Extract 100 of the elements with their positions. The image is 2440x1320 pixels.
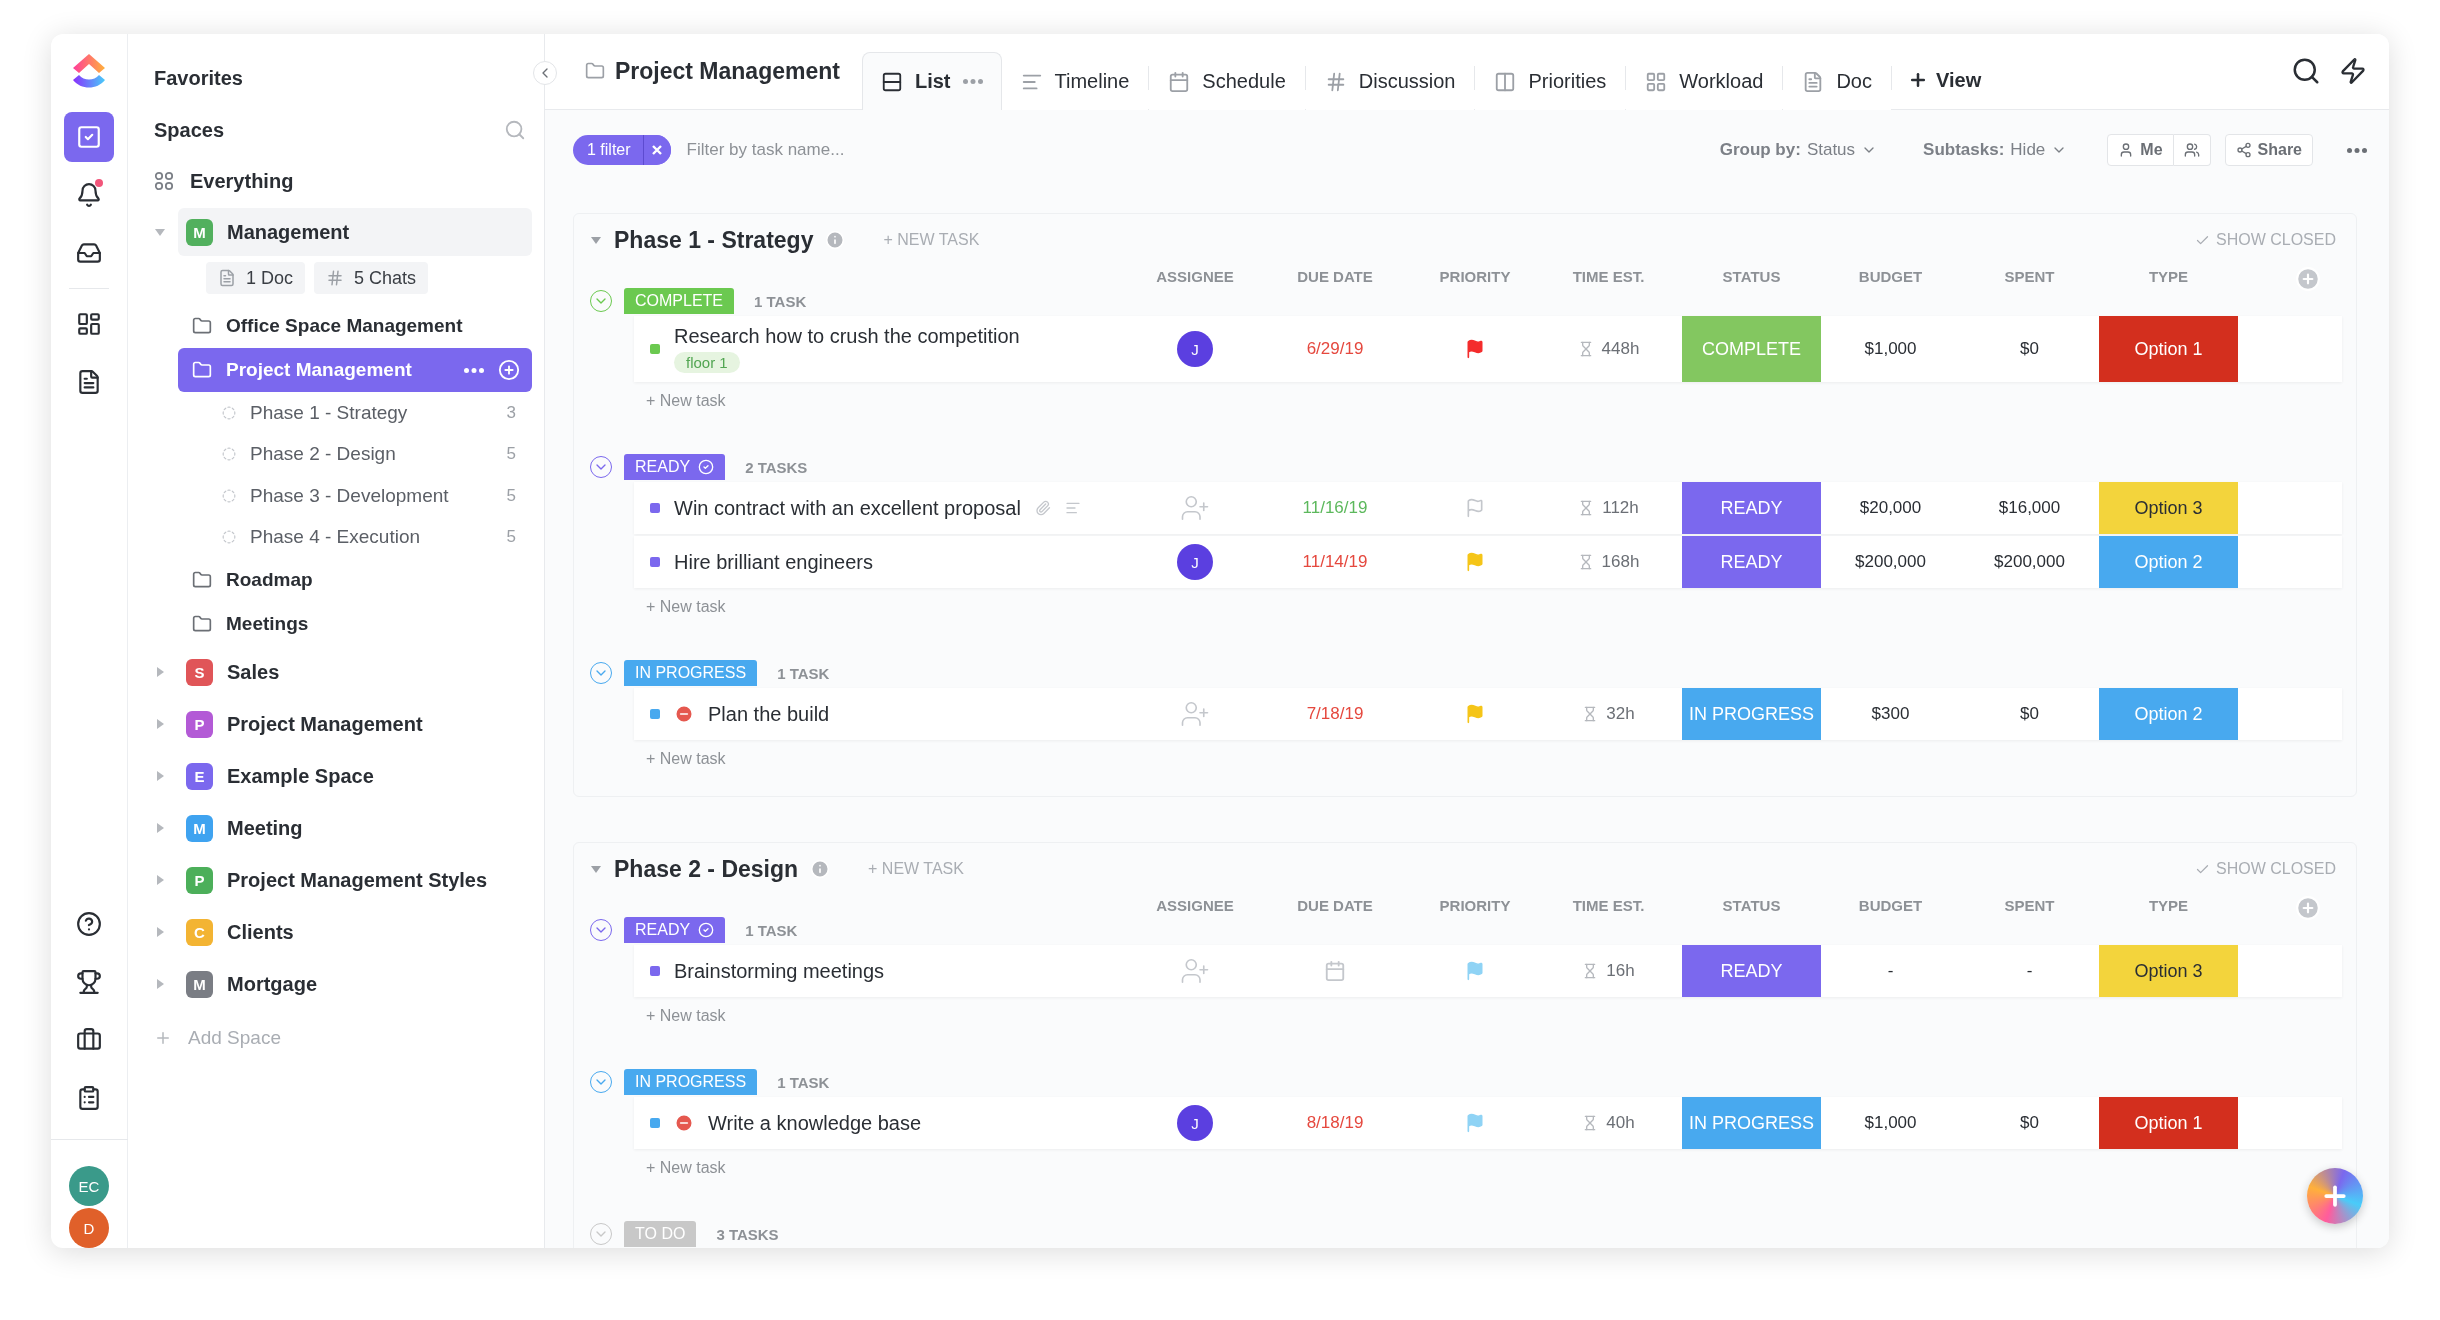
- calendar-icon[interactable]: [1324, 960, 1346, 982]
- time-estimate: 448h: [1601, 339, 1640, 359]
- add-assignee-icon[interactable]: [1180, 493, 1210, 523]
- type-cell[interactable]: Option 1: [2099, 1097, 2238, 1149]
- add-assignee-icon[interactable]: [1180, 699, 1210, 729]
- subtasks-dropdown[interactable]: Subtasks: Hide: [1917, 139, 2074, 161]
- space-item[interactable]: C Clients: [178, 908, 532, 956]
- filter-chip[interactable]: 1 filter: [573, 135, 671, 165]
- search-icon[interactable]: [2291, 56, 2321, 86]
- collapse-button[interactable]: [533, 61, 557, 85]
- space-item[interactable]: M Management: [178, 208, 532, 256]
- list-item[interactable]: Phase 3 - Development 5: [154, 475, 532, 517]
- status-cell[interactable]: READY: [1682, 536, 1821, 588]
- caret-icon[interactable]: [154, 718, 166, 730]
- user-avatar[interactable]: D: [69, 1208, 109, 1248]
- assignee-avatar[interactable]: J: [1177, 544, 1213, 580]
- list-item[interactable]: Phase 4 - Execution 5: [154, 516, 532, 558]
- space-item[interactable]: P Project Management Styles: [178, 856, 532, 904]
- everything-item[interactable]: Everything: [154, 156, 532, 206]
- clear-filter-button[interactable]: [642, 135, 671, 165]
- type-cell[interactable]: Option 3: [2099, 482, 2238, 534]
- document-icon: [218, 269, 236, 287]
- column-header: DUE DATE: [1296, 896, 1374, 914]
- description-icon: [1064, 500, 1081, 516]
- caret-icon[interactable]: [590, 234, 602, 246]
- task-row[interactable]: Hire brilliant engineers J 11/14/19 168h READY $200,000 $200,000 Option 2: [634, 536, 2342, 588]
- inbox-icon: [76, 240, 102, 266]
- more-icon[interactable]: [962, 79, 983, 84]
- docs-chip[interactable]: 1 Doc: [206, 262, 306, 294]
- task-row[interactable]: Brainstorming meetings 16h READY - - Option 3: [634, 945, 2342, 997]
- folder-icon: [192, 360, 212, 380]
- add-column-icon[interactable]: [2295, 266, 2321, 292]
- folder-item[interactable]: Project Management: [178, 348, 532, 392]
- caret-icon[interactable]: [590, 863, 602, 875]
- phase-title: Phase 1 - Strategy: [614, 226, 814, 254]
- user-avatar[interactable]: EC: [69, 1166, 109, 1206]
- caret-icon[interactable]: [154, 926, 166, 938]
- assignee-avatar[interactable]: J: [1177, 1105, 1213, 1141]
- assignee-avatar[interactable]: J: [1177, 331, 1213, 367]
- clipboard-icon: [76, 1085, 102, 1111]
- flag-icon[interactable]: [1465, 961, 1485, 981]
- flag-icon[interactable]: [1465, 339, 1485, 359]
- status-cell[interactable]: READY: [1682, 945, 1821, 997]
- caret-icon[interactable]: [154, 978, 166, 990]
- budget-value: $1,000: [1863, 1113, 1918, 1133]
- share-button[interactable]: Share: [2224, 134, 2313, 166]
- folder-item[interactable]: Roadmap: [178, 558, 532, 602]
- time-estimate: 112h: [1602, 498, 1639, 518]
- spent-value: $0: [2019, 704, 2040, 724]
- space-item[interactable]: M Mortgage: [178, 960, 532, 1008]
- lightning-icon[interactable]: [2339, 57, 2367, 85]
- type-cell[interactable]: Option 1: [2099, 316, 2238, 382]
- task-count: 1 TASK: [777, 664, 830, 682]
- caret-icon[interactable]: [154, 874, 166, 886]
- caret-icon[interactable]: [154, 226, 166, 238]
- task-name: Write a knowledge base: [708, 1111, 922, 1135]
- flag-icon[interactable]: [1465, 498, 1485, 518]
- page-title: Project Management: [585, 37, 840, 109]
- column-header: BUDGET: [1857, 267, 1924, 285]
- status-square-icon: [650, 344, 660, 354]
- chats-chip[interactable]: 5 Chats: [314, 262, 429, 294]
- filter-field[interactable]: Filter by task name...: [684, 139, 985, 161]
- list-item[interactable]: Phase 2 - Design 5: [154, 433, 532, 475]
- add-column-icon[interactable]: [2295, 895, 2321, 921]
- group-by-dropdown[interactable]: Group by: Status: [1713, 139, 1884, 161]
- flag-icon[interactable]: [1465, 1113, 1485, 1133]
- task-row[interactable]: Win contract with an excellent proposal 11/16/19 112h READY $20,000 $16,000 Option 3: [634, 482, 2342, 534]
- grid-icon: [154, 171, 174, 191]
- status-square-icon: [650, 503, 660, 513]
- calendar-icon: [1168, 70, 1191, 93]
- task-row[interactable]: Plan the build 7/18/19 32h IN PROGRESS $300 $0 Option 2: [634, 688, 2342, 740]
- more-icon[interactable]: [2347, 147, 2367, 153]
- column-header: BUDGET: [1857, 896, 1924, 914]
- view-tab[interactable]: List: [861, 52, 1002, 110]
- space-avatar: E: [186, 762, 213, 790]
- spent-value: $0: [2019, 1113, 2040, 1133]
- task-row[interactable]: Write a knowledge base J 8/18/19 40h IN PROGRESS $1,000 $0 Option 1: [634, 1097, 2342, 1149]
- space-item[interactable]: M Meeting: [178, 804, 532, 852]
- list-item[interactable]: Phase 1 - Strategy 3: [154, 392, 532, 434]
- folder-item[interactable]: Office Space Management: [178, 304, 532, 348]
- space-item[interactable]: P Project Management: [178, 700, 532, 748]
- task-row[interactable]: Research how to crush the competition floor 1 J 6/29/19 448h COMPLETE $1,000 $0 Option 1: [634, 316, 2342, 382]
- caret-icon[interactable]: [154, 822, 166, 834]
- me-button[interactable]: Me: [2107, 134, 2174, 166]
- caret-icon[interactable]: [154, 666, 166, 678]
- people-button[interactable]: [2173, 134, 2211, 166]
- check-circle-icon: [698, 922, 715, 938]
- board-icon: [1494, 70, 1517, 93]
- type-cell[interactable]: Option 3: [2099, 945, 2238, 997]
- space-item[interactable]: E Example Space: [178, 752, 532, 800]
- space-avatar: M: [186, 218, 213, 246]
- add-view-button[interactable]: View: [1891, 51, 1998, 109]
- status-cell[interactable]: READY: [1682, 482, 1821, 534]
- column-header: STATUS: [1721, 267, 1782, 285]
- more-icon[interactable]: [464, 367, 484, 373]
- info-icon: [825, 230, 846, 250]
- folder-item[interactable]: Meetings: [178, 602, 532, 646]
- add-assignee-icon[interactable]: [1180, 956, 1210, 986]
- space-item[interactable]: S Sales: [178, 648, 532, 696]
- caret-icon[interactable]: [154, 770, 166, 782]
